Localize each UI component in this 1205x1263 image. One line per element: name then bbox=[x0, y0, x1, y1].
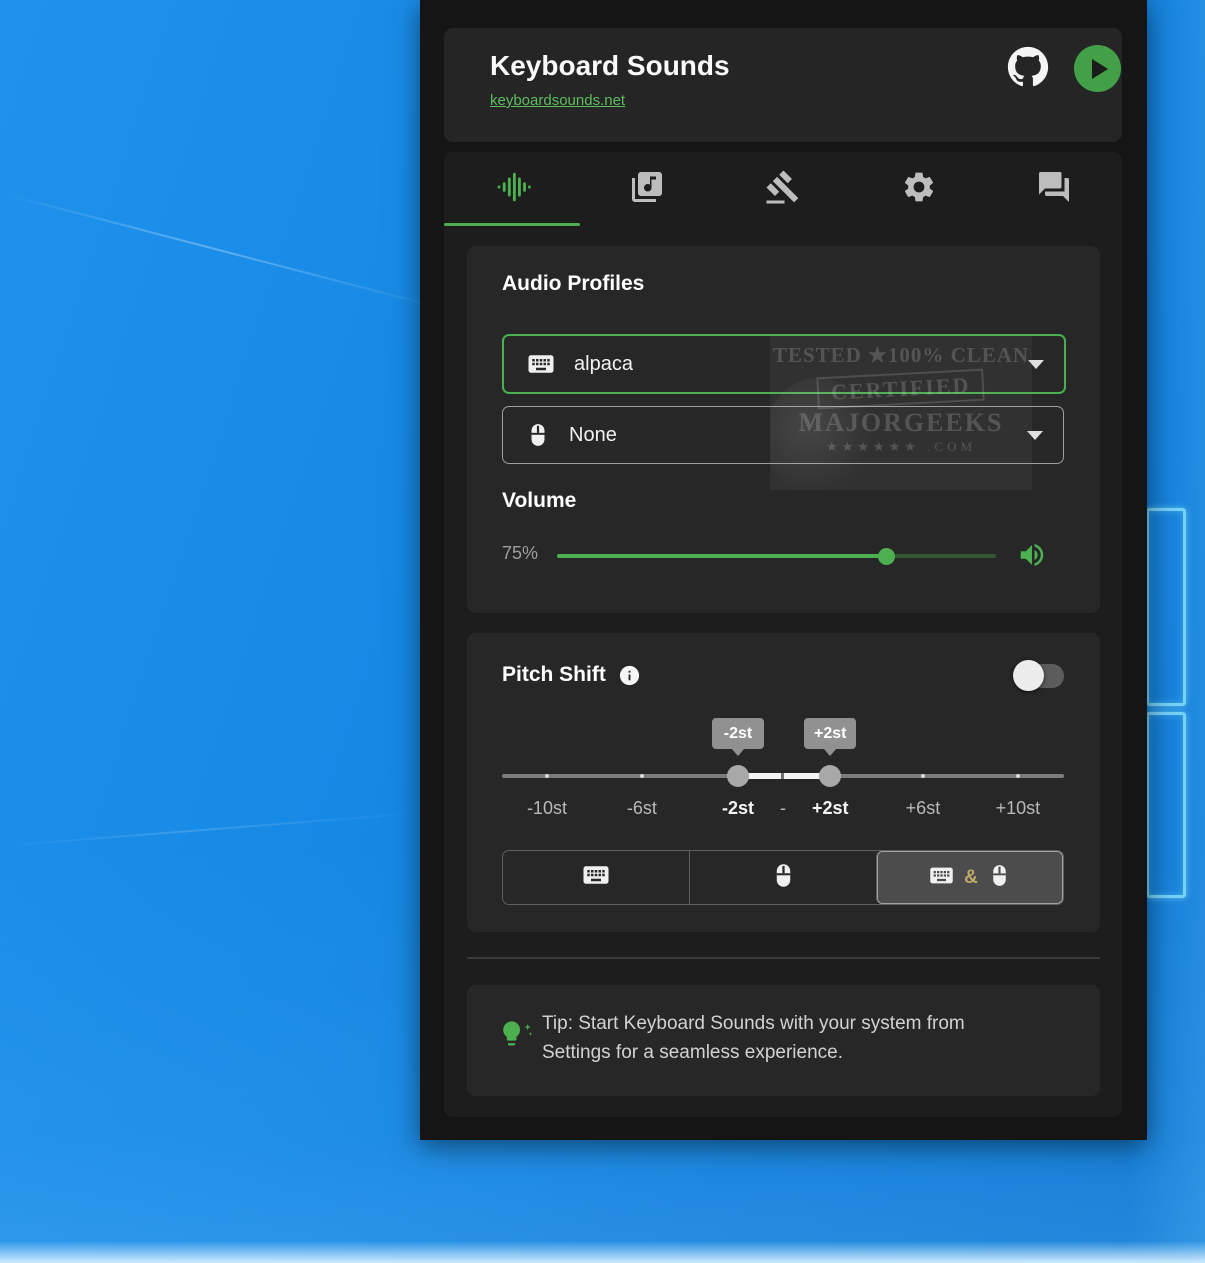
tab-profile-library[interactable] bbox=[580, 152, 716, 226]
pitch-range-slider[interactable] bbox=[502, 774, 1064, 778]
low-handle-tooltip: -2st bbox=[712, 718, 764, 749]
start-daemon-button[interactable] bbox=[1074, 45, 1121, 92]
volume-slider-fill bbox=[557, 554, 886, 558]
selected-range-bar bbox=[738, 773, 830, 779]
mouse-icon bbox=[770, 862, 797, 894]
low-pitch-handle[interactable] bbox=[727, 765, 749, 787]
wallpaper-light-streak bbox=[0, 811, 429, 847]
chevron-down-icon bbox=[1027, 431, 1043, 440]
scale-label: +2st bbox=[812, 798, 849, 819]
audio-profiles-heading: Audio Profiles bbox=[502, 272, 644, 296]
volume-percent: 75% bbox=[502, 543, 538, 564]
volume-slider-thumb[interactable] bbox=[878, 548, 895, 565]
scale-label: -6st bbox=[627, 798, 657, 819]
header-card: Keyboard Sounds keyboardsounds.net bbox=[444, 28, 1122, 142]
slider-tick bbox=[545, 774, 549, 778]
gear-icon bbox=[901, 169, 937, 210]
mouse-icon bbox=[525, 422, 551, 448]
ampersand-label: & bbox=[964, 867, 978, 889]
tab-feedback[interactable] bbox=[986, 152, 1122, 226]
scale-label: +10st bbox=[996, 798, 1041, 819]
mode-keyboard-and-mouse-button[interactable]: & bbox=[876, 851, 1063, 904]
tab-audio-profiles[interactable] bbox=[444, 152, 580, 226]
wallpaper-bottom-glow bbox=[0, 1241, 1205, 1263]
scale-label: -2st bbox=[722, 798, 754, 819]
tip-card: Tip: Start Keyboard Sounds with your sys… bbox=[467, 985, 1100, 1096]
scale-label: -10st bbox=[527, 798, 567, 819]
wallpaper-window-pane bbox=[1146, 712, 1186, 898]
audio-profiles-card: Audio Profiles alpaca None Volume 75% bbox=[467, 246, 1100, 613]
active-tab-indicator bbox=[444, 223, 580, 226]
app-title: Keyboard Sounds bbox=[490, 50, 730, 82]
keyboard-icon bbox=[526, 349, 556, 379]
wallpaper-window-pane bbox=[1146, 508, 1186, 706]
mode-mouse-button[interactable] bbox=[689, 851, 876, 904]
slider-center-tick bbox=[781, 773, 784, 779]
high-pitch-handle[interactable] bbox=[819, 765, 841, 787]
tab-bar bbox=[444, 152, 1122, 226]
tab-settings[interactable] bbox=[851, 152, 987, 226]
high-handle-tooltip: +2st bbox=[804, 718, 856, 749]
chevron-down-icon bbox=[1028, 360, 1044, 369]
slider-tick bbox=[640, 774, 644, 778]
keyboard-sounds-window: Keyboard Sounds keyboardsounds.net bbox=[420, 0, 1147, 1140]
scale-label: +6st bbox=[906, 798, 941, 819]
graphic-eq-icon bbox=[493, 168, 531, 211]
forum-chat-icon bbox=[1036, 169, 1072, 210]
keyboard-icon bbox=[581, 860, 611, 895]
mode-keyboard-button[interactable] bbox=[503, 851, 689, 904]
lightbulb-icon bbox=[500, 1019, 534, 1058]
github-button[interactable] bbox=[1006, 47, 1050, 91]
keyboard-profile-value: alpaca bbox=[574, 353, 633, 376]
library-music-icon bbox=[629, 169, 665, 210]
keyboard-profile-dropdown[interactable]: alpaca bbox=[502, 334, 1066, 394]
mouse-icon bbox=[987, 863, 1012, 893]
section-divider bbox=[467, 957, 1100, 959]
website-link[interactable]: keyboardsounds.net bbox=[490, 92, 625, 109]
pitch-scale-labels: -10st -6st -2st - +2st +6st +10st bbox=[502, 798, 1064, 822]
pitch-shift-card: Pitch Shift -2st +2st bbox=[467, 633, 1100, 932]
tab-rules[interactable] bbox=[715, 152, 851, 226]
main-card: Audio Profiles alpaca None Volume 75% bbox=[444, 152, 1122, 1117]
play-icon bbox=[1092, 59, 1108, 79]
wallpaper-light-streak bbox=[0, 192, 455, 312]
github-icon bbox=[1007, 46, 1049, 93]
pitch-target-mode-group: & bbox=[502, 850, 1064, 905]
slider-tick bbox=[921, 774, 925, 778]
volume-slider[interactable] bbox=[557, 554, 996, 558]
scale-label: - bbox=[780, 798, 786, 819]
slider-tick bbox=[1016, 774, 1020, 778]
volume-heading: Volume bbox=[502, 489, 576, 513]
keyboard-icon bbox=[928, 862, 955, 894]
mouse-profile-value: None bbox=[569, 424, 617, 447]
tip-text: Tip: Start Keyboard Sounds with your sys… bbox=[542, 1009, 1020, 1067]
mouse-profile-dropdown[interactable]: None bbox=[502, 406, 1064, 464]
volume-up-icon[interactable] bbox=[1017, 540, 1047, 575]
gavel-icon bbox=[765, 169, 801, 210]
